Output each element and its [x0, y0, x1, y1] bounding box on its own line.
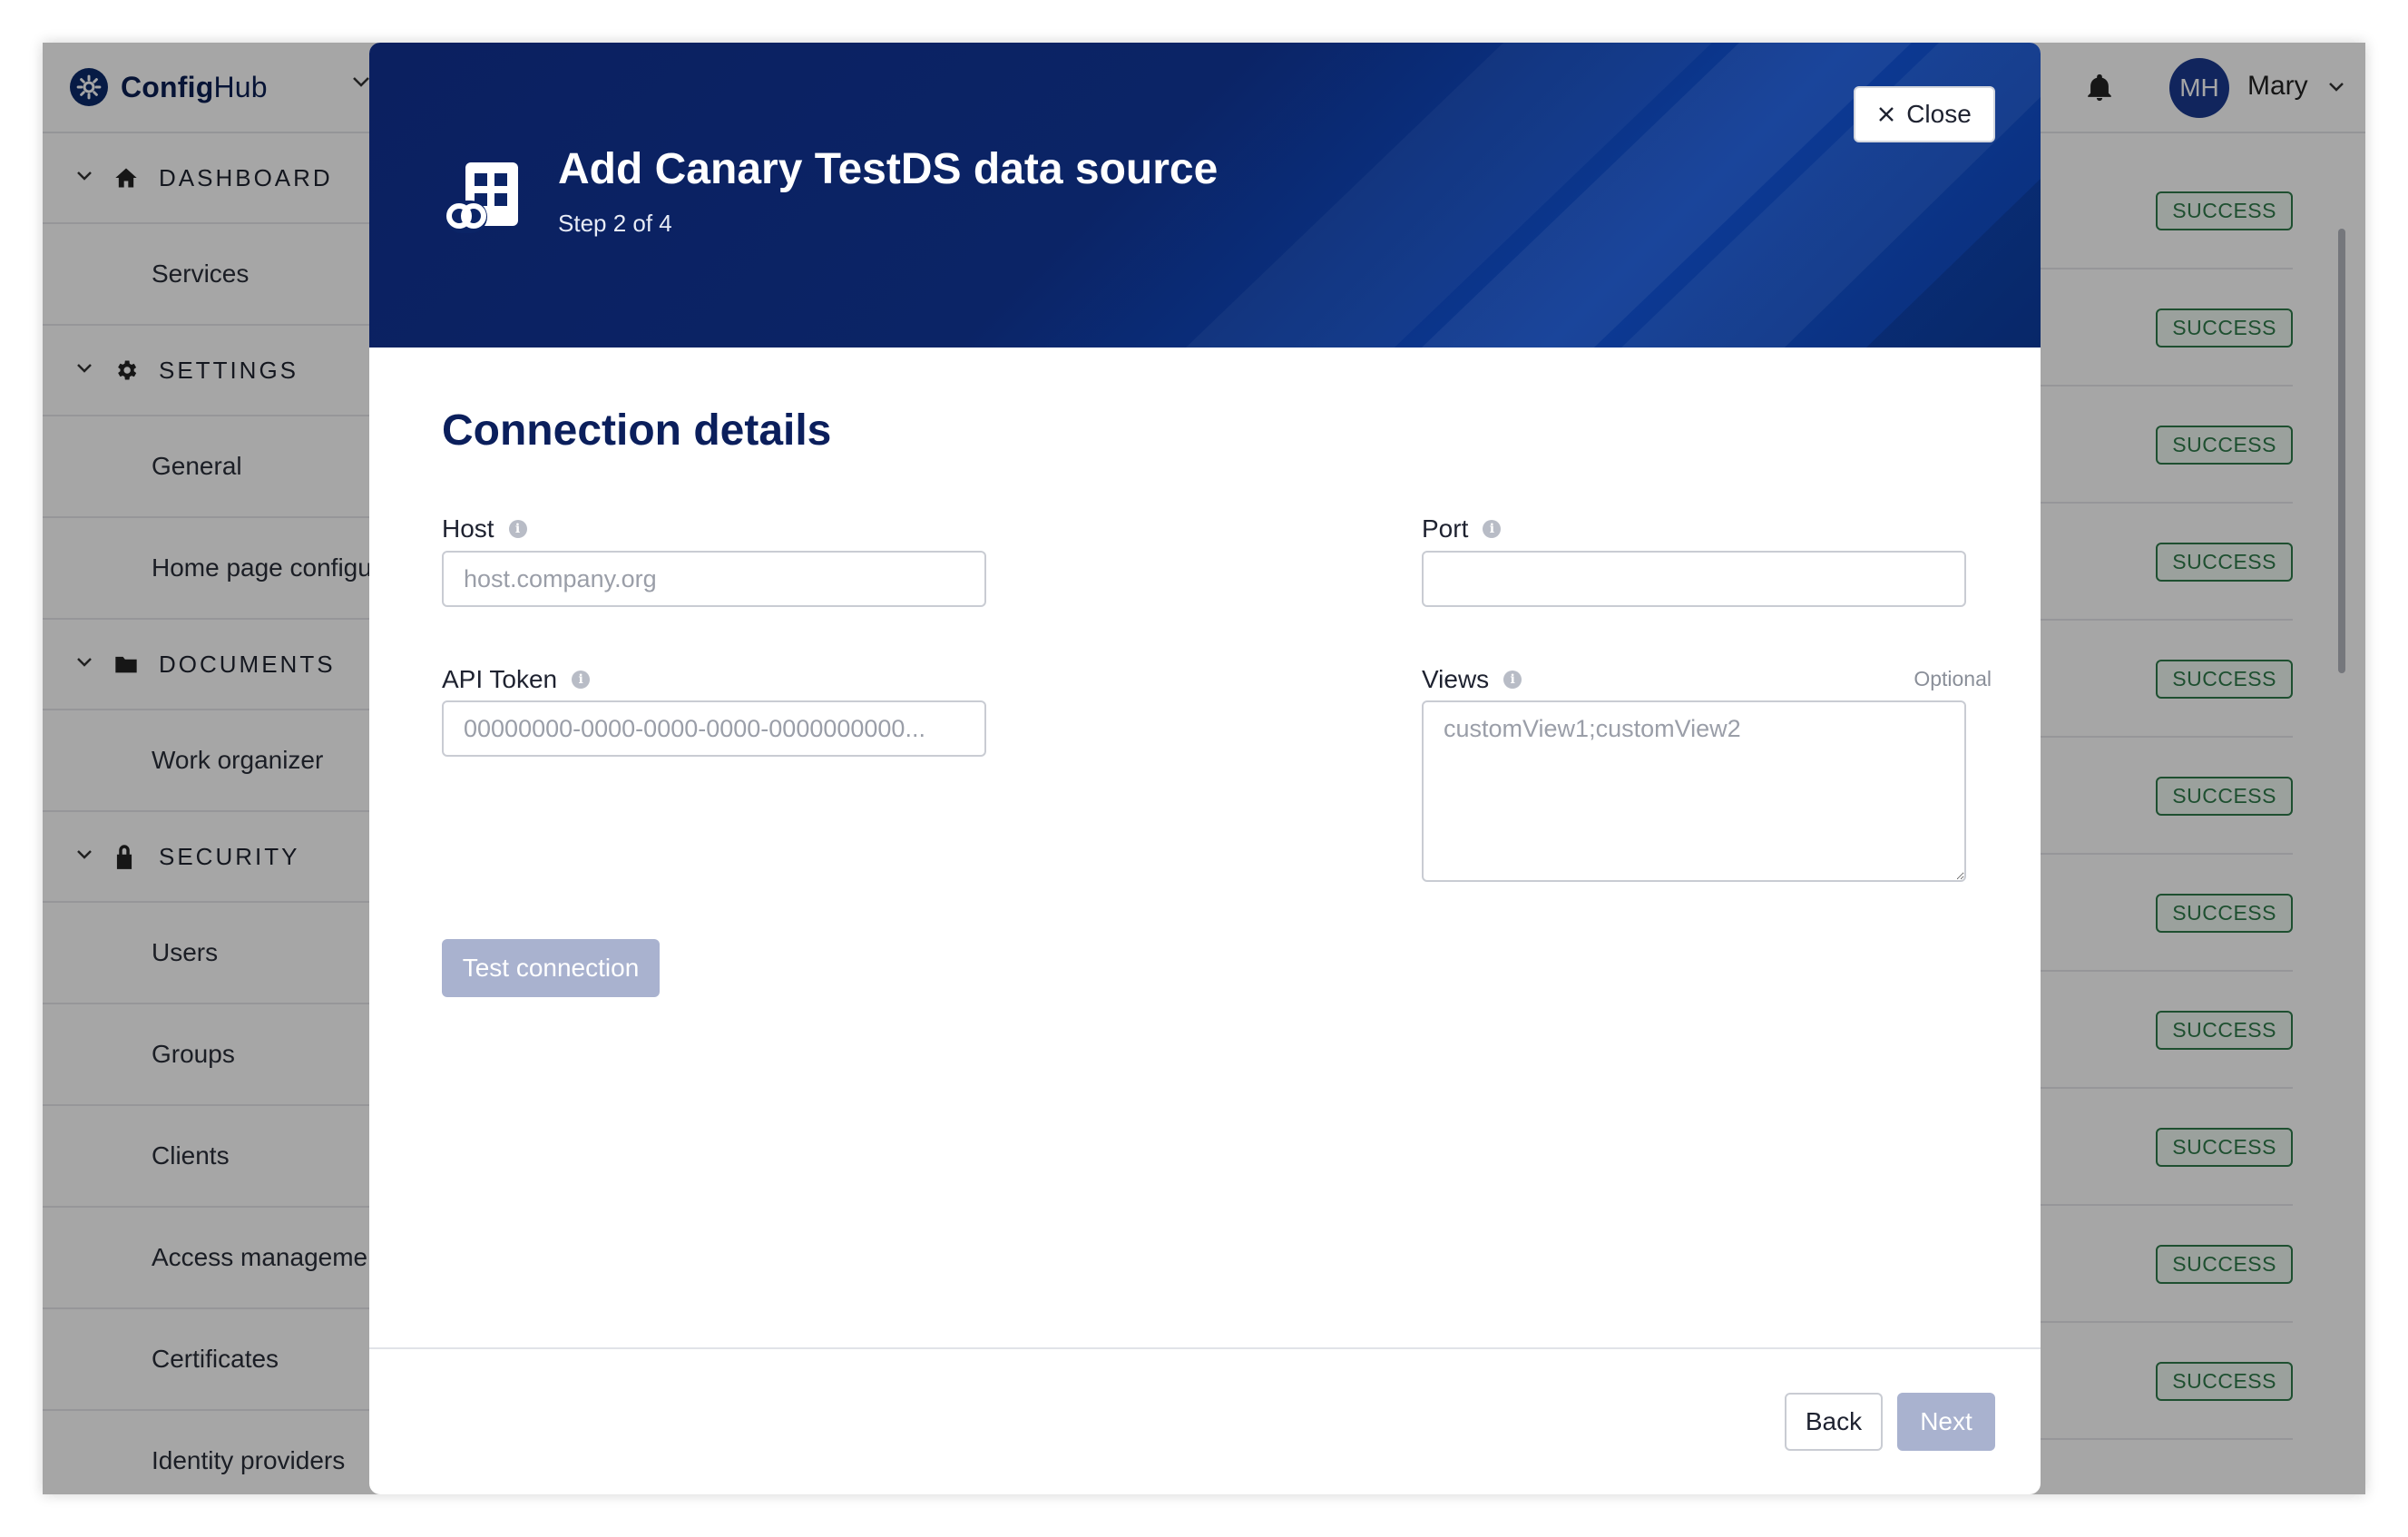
port-label-text: Port [1422, 514, 1469, 543]
test-connection-button[interactable]: Test connection [442, 939, 660, 997]
host-input[interactable] [442, 551, 986, 607]
optional-label: Optional [1914, 667, 1992, 690]
info-icon[interactable]: i [1503, 671, 1522, 689]
host-label-text: Host [442, 514, 494, 543]
port-input[interactable] [1422, 551, 1966, 607]
next-button[interactable]: Next [1897, 1393, 1995, 1451]
add-data-source-modal: Add Canary TestDS data source Step 2 of … [369, 43, 2041, 1494]
modal-title: Add Canary TestDS data source [558, 145, 1219, 193]
back-button[interactable]: Back [1785, 1393, 1883, 1451]
step-indicator: Step 2 of 4 [558, 210, 672, 237]
info-icon[interactable]: i [572, 671, 591, 689]
modal-header: Add Canary TestDS data source Step 2 of … [369, 43, 2041, 348]
footer-divider [369, 1347, 2041, 1349]
app-window: ConfigHub MH Mary DASHBOARD Services SET… [43, 43, 2365, 1494]
host-label: Host i [442, 514, 527, 543]
info-icon[interactable]: i [1483, 520, 1502, 538]
close-icon [1879, 107, 1894, 122]
port-label: Port i [1422, 514, 1502, 543]
api-token-input[interactable] [442, 700, 986, 757]
close-label: Close [1906, 100, 1972, 128]
views-label-text: Views [1422, 665, 1490, 693]
views-label: Views i [1422, 665, 1522, 694]
header-decoration [1186, 43, 2041, 348]
close-button[interactable]: Close [1854, 86, 1995, 142]
info-icon[interactable]: i [508, 520, 527, 538]
section-title: Connection details [442, 406, 832, 455]
data-source-link-icon [442, 159, 522, 240]
views-textarea[interactable] [1422, 700, 1966, 882]
api-token-label: API Token i [442, 665, 591, 694]
api-token-label-text: API Token [442, 665, 558, 693]
